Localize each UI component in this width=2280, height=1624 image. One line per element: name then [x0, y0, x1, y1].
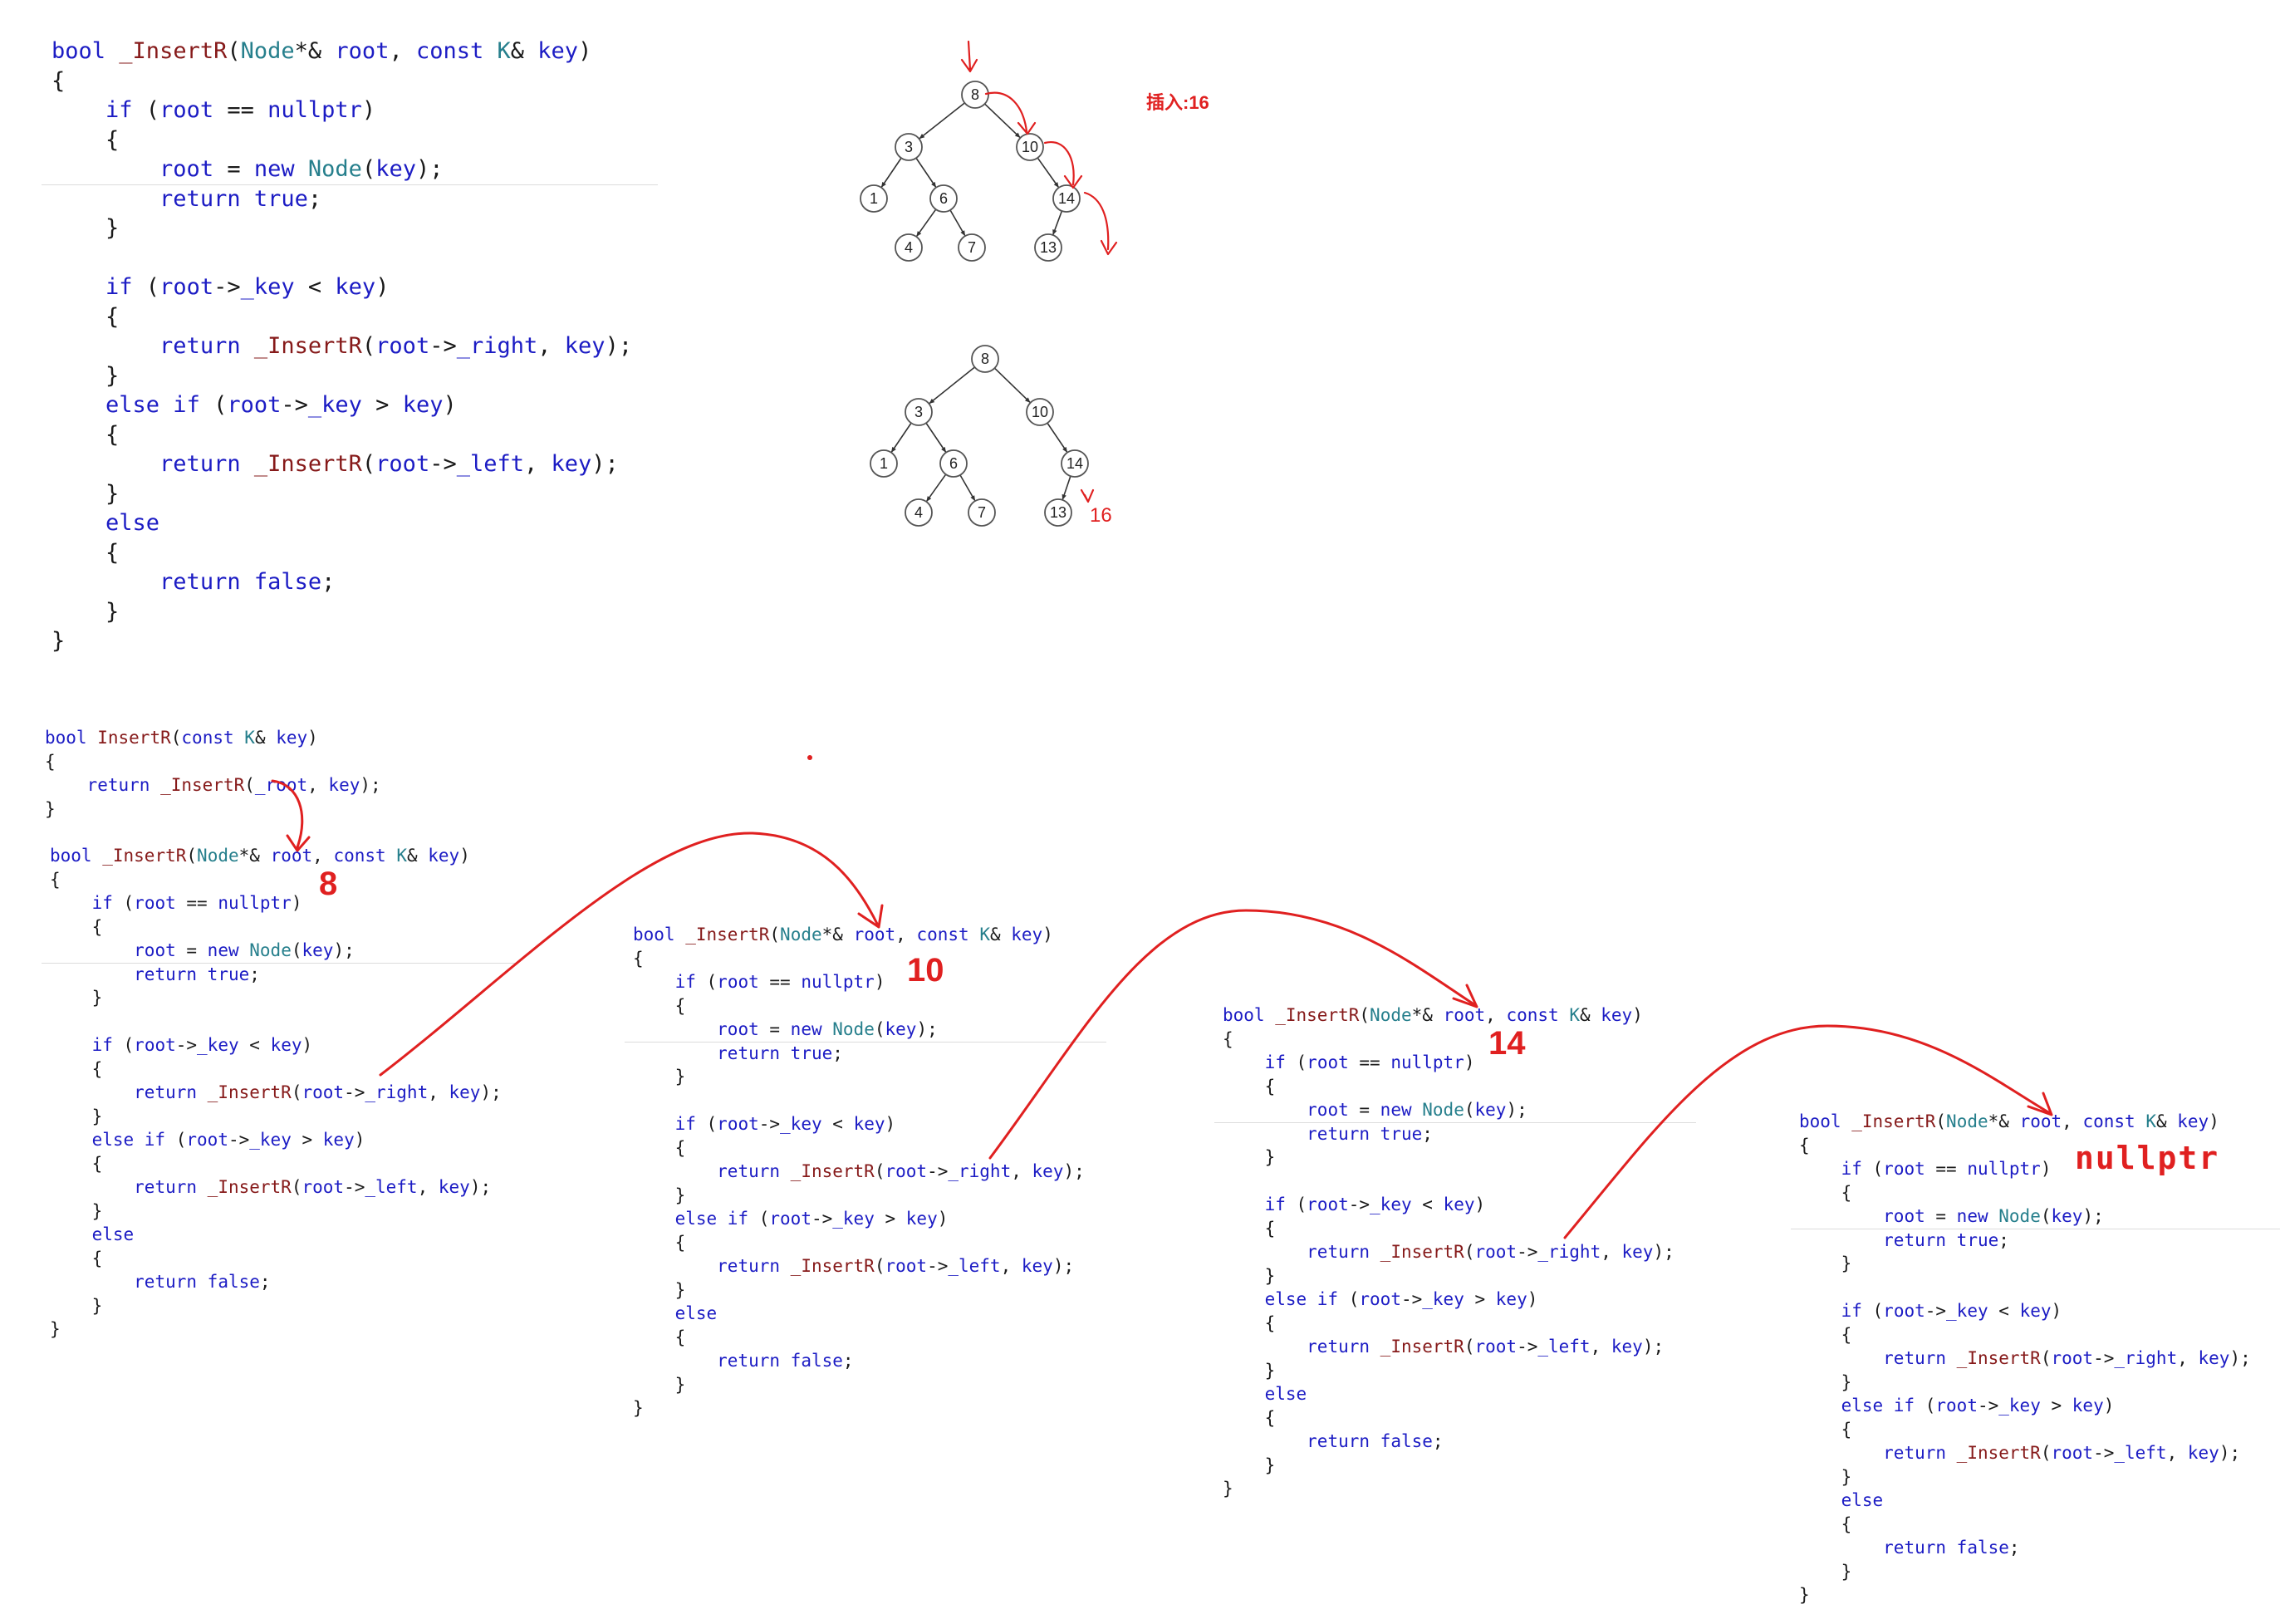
call-arrow-wrapper: [271, 779, 311, 852]
start-arrow: [960, 40, 978, 73]
call-arrow-3: [1563, 1024, 2052, 1239]
traversal-arrow-10-14: [1043, 140, 1083, 189]
stray-mark: [807, 755, 812, 760]
call-arrow-1: [379, 832, 879, 1077]
traversal-arrow-8-10: [984, 91, 1037, 135]
canvas: bool _InsertR(Node*& root, const K& key)…: [0, 0, 2280, 1624]
new-node-arrow: [1080, 488, 1095, 503]
call-arrow-2: [988, 909, 1477, 1160]
annotation-overlay: [271, 40, 2053, 1239]
traversal-arrow-14-right: [1083, 191, 1118, 256]
